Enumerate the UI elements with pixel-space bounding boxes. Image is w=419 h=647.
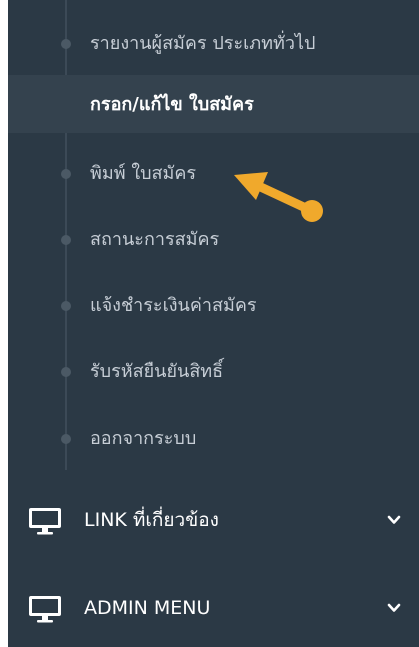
submenu-item-label: รับรหัสยืนยันสิทธิ์ xyxy=(90,361,224,382)
submenu-item-logout[interactable]: ออกจากระบบ xyxy=(8,409,419,467)
submenu-item-label: รายงานผู้สมัคร ประเภททั่วไป xyxy=(90,33,316,54)
submenu-item-print-application[interactable]: พิมพ์ ใบสมัคร xyxy=(8,144,419,202)
bullet-icon xyxy=(61,434,71,444)
submenu-item-label: พิมพ์ ใบสมัคร xyxy=(90,163,197,184)
bullet-icon xyxy=(61,367,71,377)
menu-item-label: ADMIN MENU xyxy=(84,597,211,619)
submenu-item-payment-notice[interactable]: แจ้งชำระเงินค่าสมัคร xyxy=(8,276,419,334)
bullet-icon xyxy=(61,39,71,49)
submenu-item-label: แจ้งชำระเงินค่าสมัคร xyxy=(90,295,257,316)
menu-item-links[interactable]: LINK ที่เกี่ยวข้อง xyxy=(8,482,419,560)
sidebar: รายงานผู้สมัคร ประเภททั่วไป กรอก/แก้ไข ใ… xyxy=(8,0,419,647)
submenu-item-edit-application[interactable]: กรอก/แก้ไข ใบสมัคร xyxy=(8,75,419,133)
bullet-icon xyxy=(61,235,71,245)
submenu-item-label: กรอก/แก้ไข ใบสมัคร xyxy=(90,94,254,115)
submenu-item-confirmation-code[interactable]: รับรหัสยืนยันสิทธิ์ xyxy=(8,342,419,400)
chevron-down-icon[interactable] xyxy=(386,512,402,528)
monitor-icon xyxy=(29,508,61,535)
menu-item-label: LINK ที่เกี่ยวข้อง xyxy=(84,509,219,531)
menu-item-admin[interactable]: ADMIN MENU xyxy=(8,570,419,647)
submenu-item-application-status[interactable]: สถานะการสมัคร xyxy=(8,210,419,268)
chevron-down-icon[interactable] xyxy=(386,600,402,616)
bullet-icon xyxy=(61,169,71,179)
submenu-item-label: ออกจากระบบ xyxy=(90,428,197,449)
submenu-item-applicant-report[interactable]: รายงานผู้สมัคร ประเภททั่วไป xyxy=(8,14,419,72)
submenu-item-label: สถานะการสมัคร xyxy=(90,229,220,250)
bullet-icon xyxy=(61,301,71,311)
monitor-icon xyxy=(29,596,61,623)
